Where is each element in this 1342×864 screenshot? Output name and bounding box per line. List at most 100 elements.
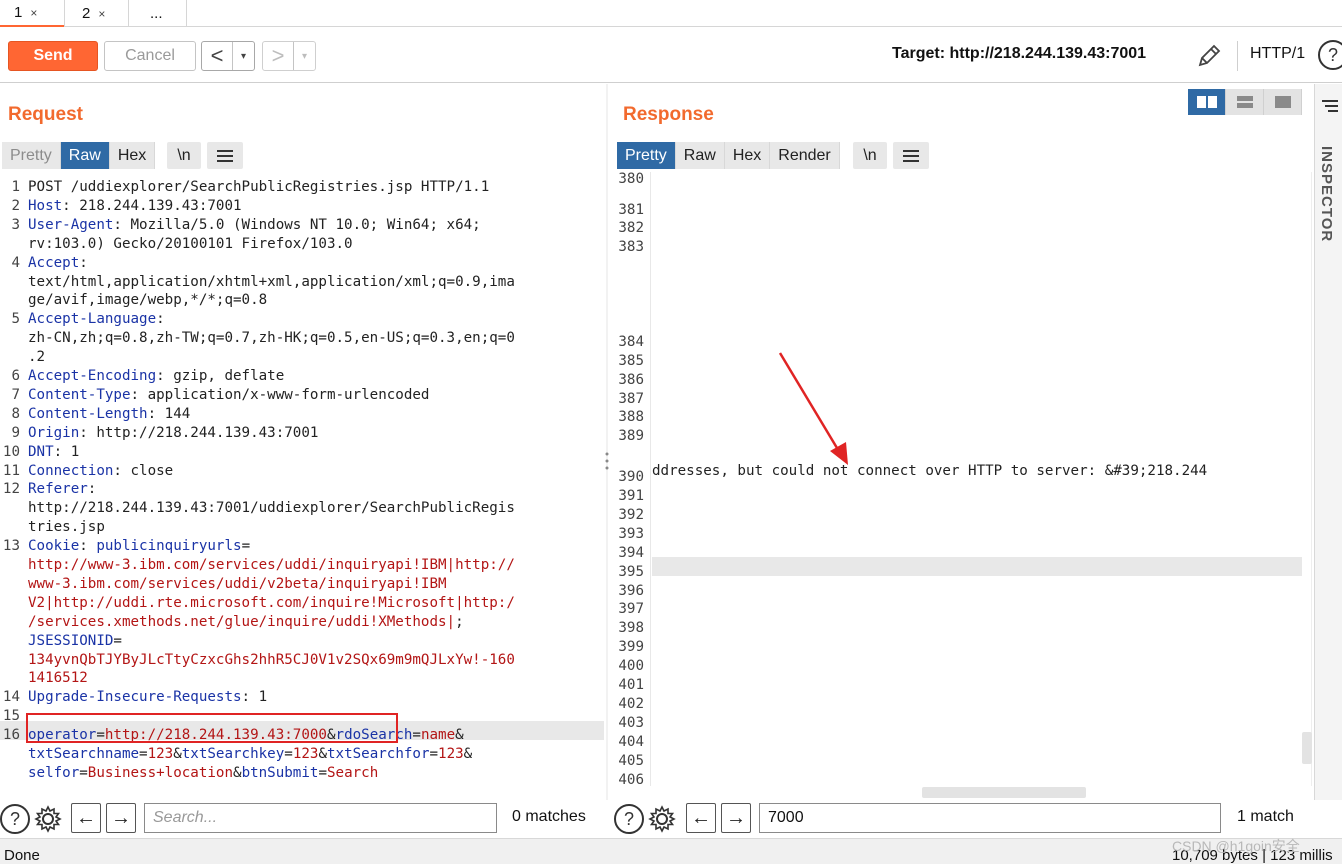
vertical-scrollbar[interactable] <box>1302 732 1312 764</box>
tab-pretty[interactable]: Pretty <box>617 142 676 169</box>
line-number: 9 <box>11 424 20 441</box>
request-line: 7 Content-Type: application/x-www-form-ur… <box>0 386 604 405</box>
tab-hex[interactable]: Hex <box>109 142 156 169</box>
chevron-down-icon[interactable]: ▾ <box>293 42 315 70</box>
request-line: 5 Accept-Language: <box>0 310 604 329</box>
send-button[interactable]: Send <box>8 41 98 71</box>
line-code: www-3.ibm.com/services/uddi/v2beta/inqui… <box>28 575 447 592</box>
single-view-icon[interactable] <box>1264 89 1302 115</box>
request-line: http://218.244.139.43:7001/uddiexplorer/… <box>0 499 604 518</box>
line-code: Accept-Language: <box>28 311 165 328</box>
pencil-icon[interactable] <box>1194 41 1224 71</box>
gear-icon[interactable] <box>647 804 677 834</box>
line-number: 11 <box>2 462 20 479</box>
gear-icon[interactable] <box>33 804 63 834</box>
line-number: 380 <box>618 172 644 188</box>
help-icon[interactable]: ? <box>0 804 30 834</box>
line-number: 1 <box>11 179 20 195</box>
hamburger-icon[interactable] <box>207 142 243 169</box>
request-search-input[interactable] <box>144 803 497 833</box>
request-line: txtSearchname=123&txtSearchkey=123&txtSe… <box>0 745 604 764</box>
line-number: 404 <box>618 733 644 750</box>
request-line: 1 POST /uddiexplorer/SearchPublicRegistri… <box>0 178 604 197</box>
response-editor[interactable]: ddresses, but could not connect over HTT… <box>612 172 1312 786</box>
line-number: 399 <box>618 639 644 656</box>
line-number: 390 <box>618 469 644 486</box>
pane-divider[interactable] <box>606 84 608 800</box>
help-icon[interactable]: ? <box>614 804 644 834</box>
tab-render[interactable]: Render <box>770 142 840 169</box>
help-icon[interactable]: ? <box>1318 40 1342 70</box>
http-version-label[interactable]: HTTP/1 <box>1250 45 1305 63</box>
tab-pretty[interactable]: Pretty <box>2 142 61 169</box>
line-number: 394 <box>618 544 644 561</box>
close-icon[interactable]: × <box>98 7 105 21</box>
line-code: Content-Type: application/x-www-form-url… <box>28 386 430 403</box>
line-number: 16 <box>2 727 20 744</box>
line-number: 4 <box>11 254 20 271</box>
line-number: 391 <box>618 488 644 504</box>
tab-more[interactable]: ... <box>128 0 186 27</box>
tab-1[interactable]: 1 × <box>0 0 64 27</box>
line-code: selfor=Business+location&btnSubmit=Searc… <box>28 764 379 781</box>
line-code: Content-Length: 144 <box>28 405 191 422</box>
request-line: http://www-3.ibm.com/services/uddi/inqui… <box>0 556 604 575</box>
request-line: 14 Upgrade-Insecure-Requests: 1 <box>0 688 604 707</box>
request-line: 8 Content-Length: 144 <box>0 405 604 424</box>
split-vertical-icon[interactable] <box>1226 89 1264 115</box>
newline-toggle-button[interactable]: \n <box>853 142 887 169</box>
line-number: 388 <box>618 409 644 426</box>
line-code: Accept: <box>28 254 88 271</box>
line-number: 392 <box>618 506 644 523</box>
newline-toggle-button[interactable]: \n <box>167 142 201 169</box>
watermark: CSDN @h1goin安全 <box>1172 838 1300 854</box>
drag-handle-icon[interactable] <box>605 452 609 470</box>
line-number: 2 <box>11 197 20 214</box>
line-number: 382 <box>618 220 644 237</box>
request-line: text/html,application/xhtml+xml,applicat… <box>0 273 604 292</box>
request-line: 10 DNT: 1 <box>0 443 604 462</box>
split-horizontal-icon[interactable] <box>1188 89 1226 115</box>
close-icon[interactable]: × <box>30 6 37 20</box>
line-code: rv:103.0) Gecko/20100101 Firefox/103.0 <box>28 235 353 252</box>
status-bar: Done 10,709 bytes | 123 millis <box>0 838 1342 864</box>
line-number: 401 <box>618 677 644 693</box>
next-match-icon[interactable]: → <box>721 803 751 833</box>
next-match-icon[interactable]: → <box>106 803 136 833</box>
history-forward-group[interactable]: > ▾ <box>262 41 316 71</box>
tab-raw[interactable]: Raw <box>60 142 110 169</box>
request-editor[interactable]: 1 POST /uddiexplorer/SearchPublicRegistri… <box>0 178 604 798</box>
forward-icon[interactable]: > <box>263 42 293 70</box>
line-code: zh-CN,zh;q=0.8,zh-TW;q=0.7,zh-HK;q=0.5,e… <box>28 330 515 347</box>
line-number: 393 <box>618 525 644 542</box>
line-number: 406 <box>618 771 644 787</box>
line-number: 386 <box>618 371 644 388</box>
hamburger-icon[interactable] <box>893 142 929 169</box>
line-code: tries.jsp <box>28 519 105 536</box>
line-number: 14 <box>2 689 20 706</box>
tab-2[interactable]: 2 × <box>64 0 128 27</box>
history-back-group[interactable]: < ▾ <box>201 41 255 71</box>
line-number: 5 <box>11 311 20 328</box>
horizontal-scrollbar[interactable] <box>922 787 1086 798</box>
request-line: 9 Origin: http://218.244.139.43:7001 <box>0 424 604 443</box>
tab-label: 1 <box>14 4 23 21</box>
back-icon[interactable]: < <box>202 42 232 70</box>
line-code: Host: 218.244.139.43:7001 <box>28 197 242 214</box>
cancel-button[interactable]: Cancel <box>104 41 196 71</box>
request-view-tabs: Pretty Raw Hex <box>2 142 156 169</box>
inspector-label[interactable]: INSPECTOR <box>1318 146 1335 242</box>
line-code: 1416512 <box>28 670 88 687</box>
request-title: Request <box>8 104 83 125</box>
response-search-input[interactable] <box>759 803 1221 833</box>
status-text: Done <box>4 847 40 864</box>
inspector-menu-icon[interactable] <box>1322 100 1338 114</box>
previous-match-icon[interactable]: ← <box>71 803 101 833</box>
tab-raw[interactable]: Raw <box>675 142 725 169</box>
tab-hex[interactable]: Hex <box>724 142 771 169</box>
line-code: ge/avif,image/webp,*/*;q=0.8 <box>28 292 268 309</box>
line-code: http://218.244.139.43:7001/uddiexplorer/… <box>28 500 515 517</box>
line-number: 387 <box>618 390 644 407</box>
chevron-down-icon[interactable]: ▾ <box>232 42 254 70</box>
previous-match-icon[interactable]: ← <box>686 803 716 833</box>
